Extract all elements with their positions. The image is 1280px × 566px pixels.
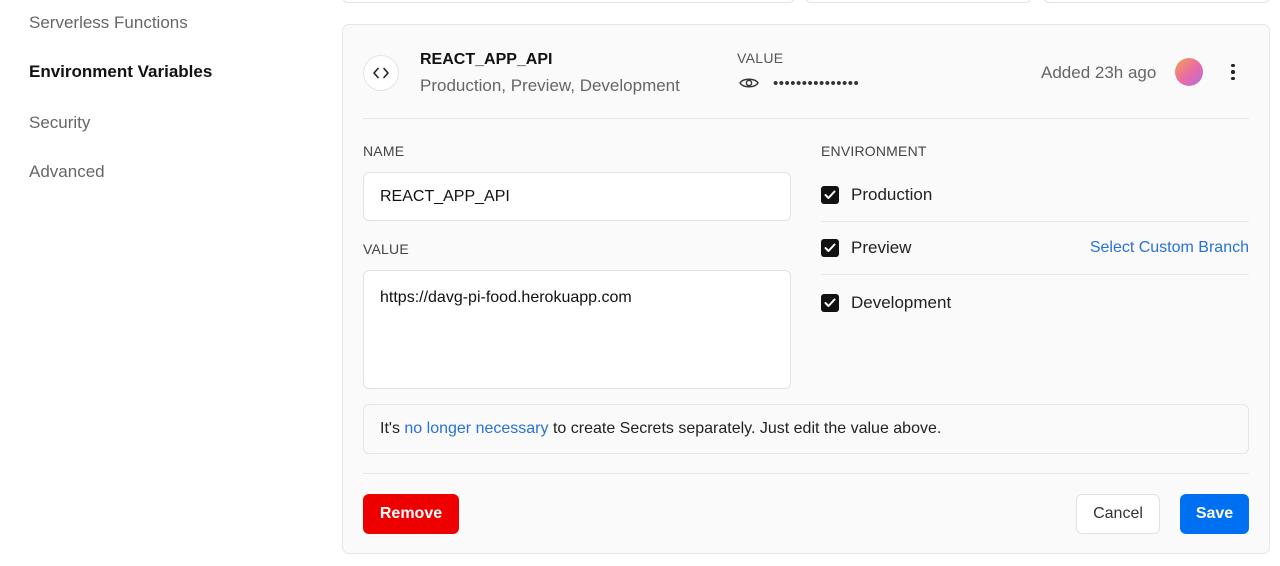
more-vertical-icon[interactable] (1223, 59, 1243, 85)
env-option-preview[interactable]: Preview Select Custom Branch (821, 222, 1249, 275)
production-checkbox[interactable] (821, 186, 839, 204)
env-variable-card: REACT_APP_API Production, Preview, Devel… (342, 24, 1270, 554)
sidebar-item-serverless-functions[interactable]: Serverless Functions (29, 13, 188, 33)
previous-row-edge (342, 0, 795, 3)
value-header-label: VALUE (737, 50, 784, 66)
save-button[interactable]: Save (1180, 494, 1249, 534)
name-field-label: NAME (363, 143, 405, 159)
env-option-development[interactable]: Development (821, 276, 1249, 329)
environment-label: ENVIRONMENT (821, 143, 927, 159)
variable-environments: Production, Preview, Development (420, 76, 680, 95)
preview-checkbox[interactable] (821, 239, 839, 257)
value-field-label: VALUE (363, 241, 409, 257)
notice-prefix: It's (380, 420, 400, 437)
value-input[interactable]: https://davg-pi-food.herokuapp.com (363, 270, 791, 389)
footer-divider (363, 473, 1249, 474)
development-checkbox[interactable] (821, 293, 839, 312)
select-custom-branch-link[interactable]: Select Custom Branch (1090, 239, 1249, 257)
cancel-button[interactable]: Cancel (1076, 494, 1160, 534)
masked-value: ••••••••••••••• (773, 75, 860, 92)
sidebar-item-environment-variables[interactable]: Environment Variables (29, 62, 212, 82)
remove-button[interactable]: Remove (363, 494, 459, 534)
eye-icon[interactable] (739, 75, 763, 91)
env-option-production[interactable]: Production (821, 169, 1249, 222)
variable-name: REACT_APP_API (420, 51, 553, 68)
sidebar-item-security[interactable]: Security (29, 113, 90, 133)
code-brackets-icon[interactable] (363, 55, 399, 91)
preview-label: Preview (851, 238, 912, 257)
avatar[interactable] (1175, 58, 1203, 86)
notice-suffix: to create Secrets separately. Just edit … (552, 420, 942, 437)
secrets-notice: It's no longer necessary to create Secre… (363, 404, 1249, 454)
name-input[interactable] (363, 172, 791, 221)
previous-row-edge (1043, 0, 1270, 3)
development-label: Development (851, 292, 952, 312)
added-timestamp: Added 23h ago (1041, 63, 1157, 82)
production-label: Production (851, 185, 933, 204)
header-divider (363, 118, 1249, 119)
no-longer-necessary-link[interactable]: no longer necessary (404, 420, 548, 438)
sidebar-item-advanced[interactable]: Advanced (29, 162, 105, 182)
settings-sidebar: Serverless Functions Environment Variabl… (0, 0, 330, 566)
previous-row-edge (805, 0, 1032, 3)
